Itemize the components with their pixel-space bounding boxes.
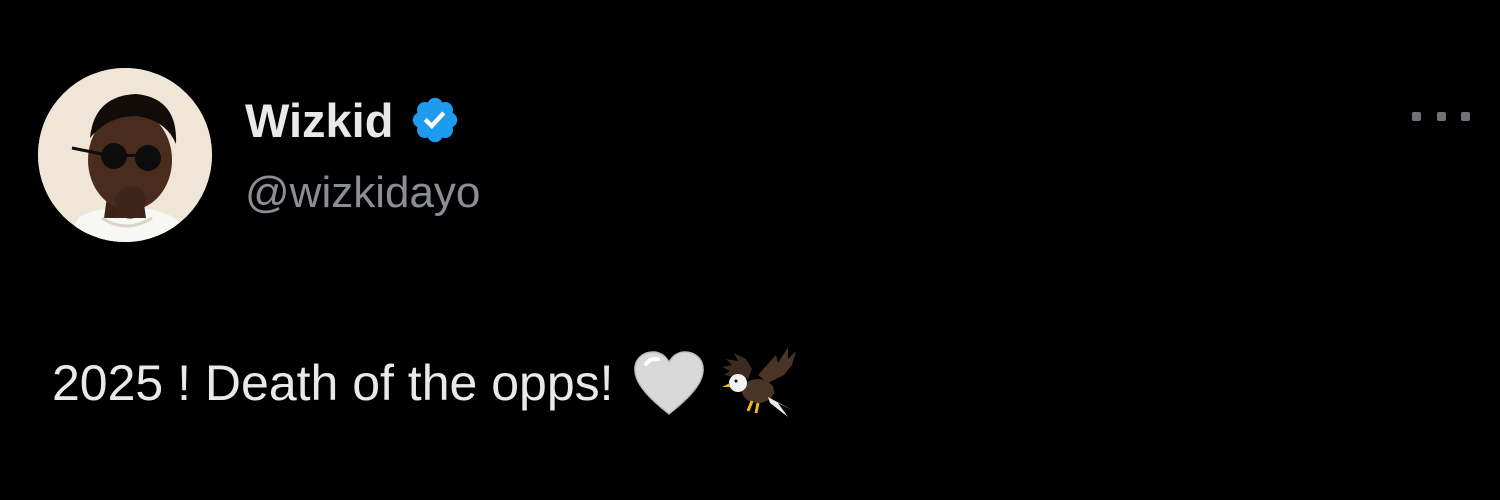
display-name-row: Wizkid xyxy=(245,88,461,152)
user-handle[interactable]: @wizkidayo xyxy=(245,168,480,218)
more-dot xyxy=(1436,111,1446,121)
more-dot xyxy=(1412,111,1421,121)
eagle-icon xyxy=(718,345,798,421)
tweet-body: 2025 ! Death of the opps! xyxy=(52,355,614,411)
more-dot xyxy=(1461,111,1470,121)
display-name[interactable]: Wizkid xyxy=(245,93,393,148)
avatar-image xyxy=(38,68,212,242)
tweet-card[interactable]: Wizkid @wizkidayo 2025 ! Death of the op… xyxy=(0,0,1500,500)
tweet-text: 2025 ! Death of the opps! xyxy=(52,345,798,421)
verified-badge-icon[interactable] xyxy=(409,94,461,146)
avatar[interactable] xyxy=(38,68,212,242)
white-heart-icon xyxy=(632,350,706,416)
more-options-icon[interactable] xyxy=(1412,104,1470,128)
